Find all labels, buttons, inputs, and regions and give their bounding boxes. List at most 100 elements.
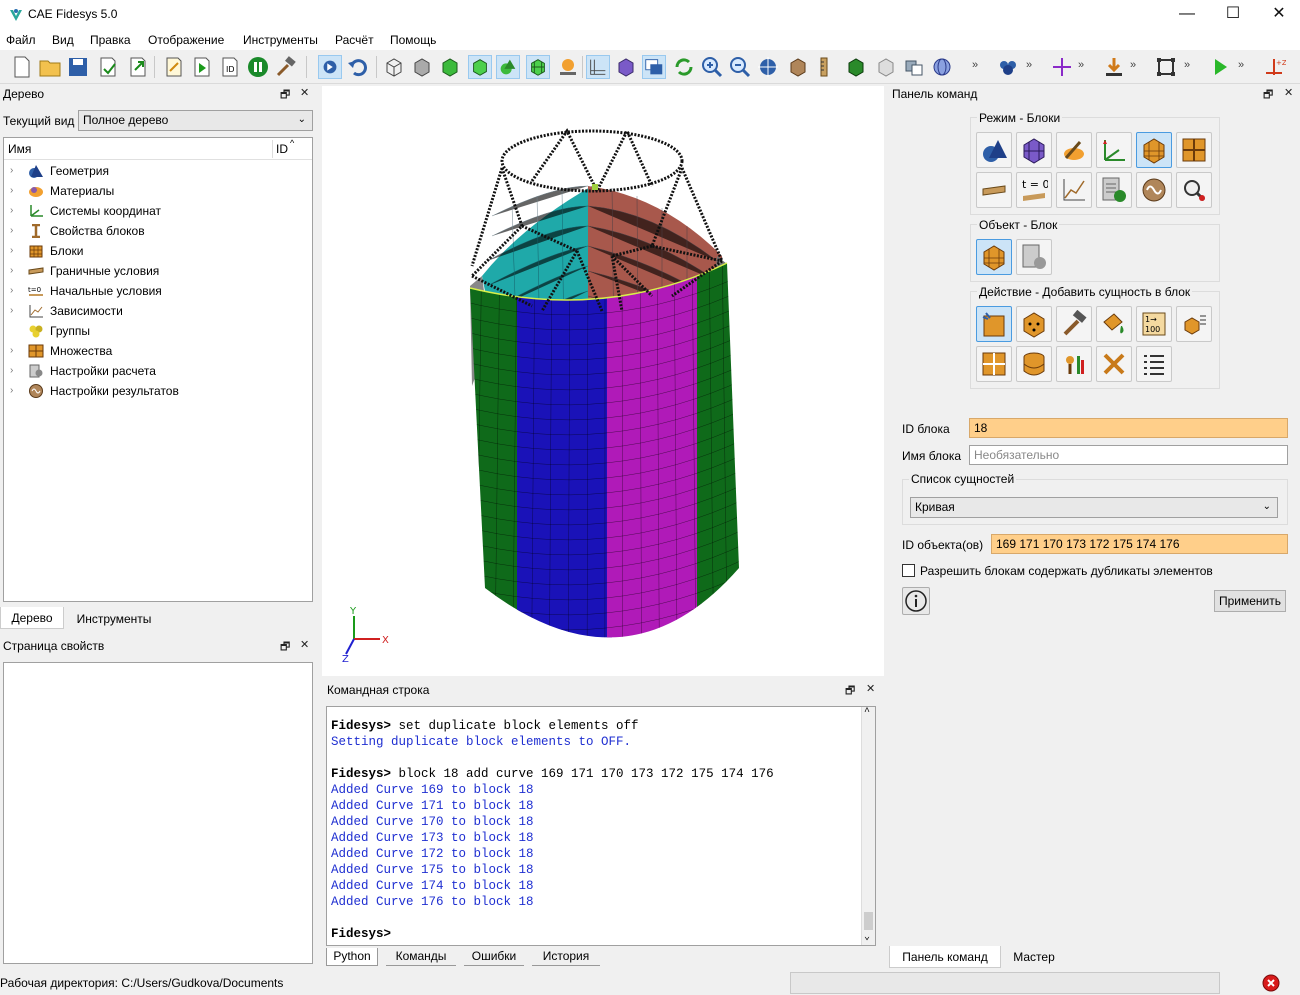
apply-button[interactable]: Применить <box>1214 590 1286 612</box>
script-edit-icon[interactable] <box>162 55 186 79</box>
select-mode-icon[interactable] <box>318 55 342 79</box>
refresh-icon[interactable] <box>672 55 696 79</box>
save-icon[interactable] <box>66 55 90 79</box>
error-icon[interactable] <box>1262 974 1280 992</box>
pause-icon[interactable] <box>246 55 270 79</box>
expand-arrow-icon[interactable]: › <box>10 205 13 216</box>
constraints-icon[interactable] <box>556 55 580 79</box>
expand-arrow-icon[interactable]: › <box>10 265 13 276</box>
undo-icon[interactable] <box>346 55 370 79</box>
undock-icon[interactable]: 🗗 <box>280 638 290 657</box>
box-view-icon[interactable] <box>786 55 810 79</box>
undock-icon[interactable]: 🗗 <box>1263 86 1273 105</box>
expand-arrow-icon[interactable]: › <box>10 185 13 196</box>
export-icon[interactable] <box>126 55 150 79</box>
action-renumber-button[interactable]: 1→ 100 <box>1136 306 1172 342</box>
mode-material-button[interactable] <box>1056 132 1092 168</box>
import-icon[interactable] <box>96 55 120 79</box>
menu-view[interactable]: Вид <box>52 33 74 47</box>
action-split-button[interactable] <box>976 346 1012 382</box>
undock-icon[interactable]: 🗗 <box>280 86 290 105</box>
bounding-box-icon[interactable] <box>1154 55 1178 79</box>
menu-display[interactable]: Отображение <box>148 33 224 47</box>
close-icon[interactable]: ✕ <box>1284 86 1293 99</box>
green-box-icon[interactable] <box>844 55 868 79</box>
id-file-icon[interactable]: ID <box>218 55 242 79</box>
column-name[interactable]: Имя <box>8 142 31 156</box>
expand-arrow-icon[interactable]: › <box>10 345 13 356</box>
tree-item[interactable]: › Материалы <box>4 181 304 201</box>
tree-item[interactable]: › Блоки <box>4 241 304 261</box>
entity-type-select[interactable]: Кривая ⌄ <box>910 497 1278 518</box>
open-folder-icon[interactable] <box>38 55 62 79</box>
run-script-icon[interactable] <box>190 55 214 79</box>
tree-item[interactable]: › Настройки расчета <box>4 361 304 381</box>
tab-tree[interactable]: Дерево <box>0 607 64 629</box>
close-icon[interactable]: ✕ <box>300 638 309 651</box>
expand-arrow-icon[interactable]: › <box>10 285 13 296</box>
undock-icon[interactable]: 🗗 <box>845 682 855 701</box>
menu-edit[interactable]: Правка <box>90 33 131 47</box>
toolbar-overflow-icon[interactable]: » <box>972 59 978 71</box>
solid-cube-icon[interactable] <box>468 55 492 79</box>
scrollbar-thumb[interactable] <box>864 912 873 930</box>
block-id-input[interactable]: 18 <box>969 418 1288 438</box>
new-file-icon[interactable] <box>10 55 34 79</box>
mode-coordinates-button[interactable] <box>1096 132 1132 168</box>
action-delete-button[interactable] <box>1096 346 1132 382</box>
properties-box[interactable] <box>3 662 313 964</box>
download-icon[interactable] <box>1102 55 1126 79</box>
toolbar-overflow-icon[interactable]: » <box>1078 59 1084 71</box>
block-name-input[interactable]: Необязательно <box>969 445 1288 465</box>
action-paint-button[interactable] <box>1096 306 1132 342</box>
crosshair-icon[interactable] <box>1050 55 1074 79</box>
toolbar-overflow-icon[interactable]: » <box>1130 59 1136 71</box>
purple-cube-icon[interactable] <box>614 55 638 79</box>
tree-item[interactable]: › Свойства блоков <box>4 221 304 241</box>
info-button[interactable] <box>902 587 930 615</box>
tab-command-panel[interactable]: Панель команд <box>889 946 1001 968</box>
action-block-list-button[interactable] <box>1176 306 1212 342</box>
tree-item[interactable]: › t=0 Начальные условия <box>4 281 304 301</box>
tree-item[interactable]: › Множества <box>4 341 304 361</box>
tree-item[interactable]: › Настройки результатов <box>4 381 304 401</box>
mode-sets-button[interactable] <box>1176 132 1212 168</box>
action-cylinder-button[interactable] <box>1016 346 1052 382</box>
menu-calculation[interactable]: Расчёт <box>335 33 374 47</box>
column-id[interactable]: ID <box>276 142 288 156</box>
current-view-select[interactable]: Полное дерево ⌄ <box>78 110 313 131</box>
zoom-in-icon[interactable] <box>700 55 724 79</box>
toolbar-overflow-icon[interactable]: » <box>1184 59 1190 71</box>
tab-errors[interactable]: Ошибки <box>464 948 524 966</box>
scroll-down-icon[interactable]: ⌄ <box>864 931 870 943</box>
transparent-box-icon[interactable] <box>874 55 898 79</box>
expand-arrow-icon[interactable]: › <box>10 385 13 396</box>
allow-duplicates-checkbox[interactable] <box>902 564 915 577</box>
wireframe-cube-icon[interactable] <box>382 55 406 79</box>
mode-mesh-button[interactable] <box>1016 132 1052 168</box>
expand-arrow-icon[interactable]: › <box>10 245 13 256</box>
minimize-button[interactable]: — <box>1164 0 1210 30</box>
tab-commands[interactable]: Команды <box>386 948 456 966</box>
group-icon[interactable] <box>996 55 1020 79</box>
shaded-cube-icon[interactable] <box>438 55 462 79</box>
scroll-up-icon[interactable]: ^ <box>864 707 870 718</box>
tree-item[interactable]: › Граничные условия <box>4 261 304 281</box>
tree-view[interactable]: Имя ID ^ › Геометрия › Материалы › Систе… <box>3 137 313 602</box>
expand-arrow-icon[interactable]: › <box>10 365 13 376</box>
action-add-entity-button[interactable] <box>976 306 1012 342</box>
object-block-properties-button[interactable] <box>1016 239 1052 275</box>
fit-view-icon[interactable] <box>756 55 780 79</box>
sphere-view-icon[interactable] <box>930 55 954 79</box>
action-info-button[interactable] <box>1056 346 1092 382</box>
zoom-out-icon[interactable] <box>728 55 752 79</box>
mode-blocks-button[interactable] <box>1136 132 1172 168</box>
3d-viewport[interactable]: Y X Z <box>322 86 884 676</box>
object-block-button[interactable] <box>976 239 1012 275</box>
mode-geometry-button[interactable] <box>976 132 1012 168</box>
menu-help[interactable]: Помощь <box>390 33 436 47</box>
tab-history[interactable]: История <box>532 948 600 966</box>
tree-item[interactable]: Группы <box>4 321 304 341</box>
grid-axes-icon[interactable] <box>586 55 610 79</box>
object-ids-input[interactable]: 169 171 170 173 172 175 174 176 <box>991 534 1288 554</box>
